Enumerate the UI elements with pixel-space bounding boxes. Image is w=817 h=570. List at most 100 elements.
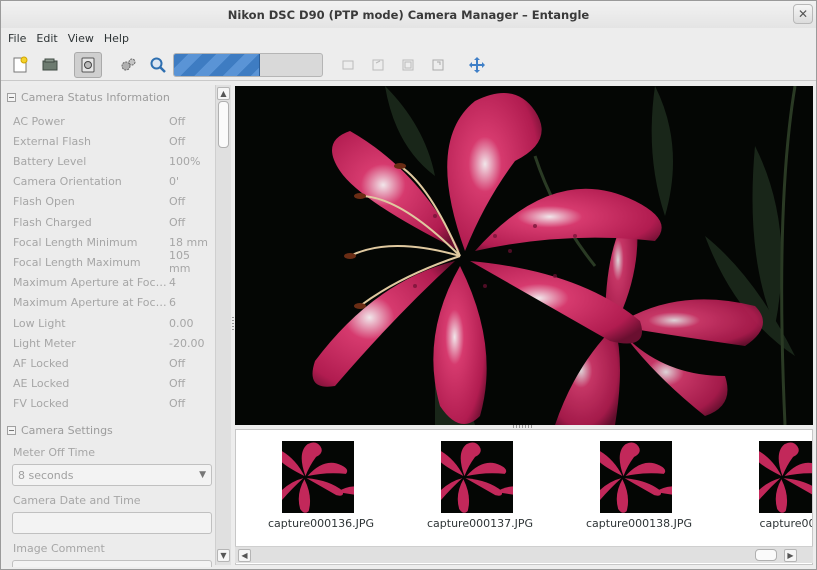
preferences-button[interactable] [114, 52, 142, 78]
zoom-fit-icon [432, 59, 444, 71]
status-section-title: Camera Status Information [21, 90, 170, 104]
status-value: Off [169, 356, 186, 370]
scroll-left-button[interactable]: ◀ [238, 549, 251, 562]
thumbnail-image[interactable] [282, 441, 354, 513]
camera-manager-window: Nikon DSC D90 (PTP mode) Camera Manager … [0, 0, 817, 570]
thumbnail-browser: capture000136.JPG capture000137.JPG captur… [235, 429, 813, 565]
progress-fill [174, 54, 260, 76]
zoom-fit-button[interactable] [424, 52, 452, 78]
status-key: AE Locked [13, 377, 70, 391]
thumbnail-image[interactable] [441, 441, 513, 513]
thumbnail-item[interactable]: capture00013 [723, 440, 812, 540]
status-row: FV Locked Off [13, 396, 213, 412]
close-window-button[interactable]: ✕ [793, 4, 813, 24]
close-icon: ✕ [797, 7, 809, 21]
chevron-down-icon: ▼ [220, 551, 227, 560]
thumbnail-image[interactable] [600, 441, 672, 513]
preferences-icon [121, 58, 136, 71]
thumbnail-filename: capture000138.JPG [586, 517, 692, 530]
view-normal-button[interactable] [334, 52, 362, 78]
zoom-icon [150, 57, 166, 73]
thumbnail-item[interactable]: capture000138.JPG [564, 440, 714, 540]
open-session-button[interactable] [36, 52, 64, 78]
menu-help[interactable]: Help [101, 32, 136, 45]
date-time-field[interactable] [12, 512, 212, 534]
status-row: AF Locked Off [13, 355, 213, 371]
camera-settings-panel: Camera Status Information AC Power Off Ext… [3, 85, 231, 567]
scroll-right-button[interactable]: ▶ [784, 549, 797, 562]
new-session-icon [13, 56, 28, 73]
fullscreen-icon [469, 57, 485, 73]
status-key: Light Meter [13, 336, 76, 350]
status-row: Flash Open Off [13, 194, 213, 210]
thumbnail-image[interactable] [759, 441, 812, 513]
scrollbar-thumb[interactable] [218, 101, 229, 148]
chevron-left-icon: ◀ [241, 551, 248, 560]
status-key: Low Light [13, 316, 66, 330]
status-value: 0.00 [169, 316, 194, 330]
status-value: Off [169, 195, 186, 209]
status-row: Battery Level 100% [13, 153, 213, 169]
chevron-up-icon: ▲ [220, 89, 227, 98]
zoom-out-button[interactable] [394, 52, 422, 78]
collapse-icon[interactable] [7, 425, 16, 435]
status-row: AE Locked Off [13, 376, 213, 392]
status-row: Focal Length Minimum 18 mm [13, 234, 213, 250]
status-value: 4 [169, 276, 176, 290]
image-preview[interactable] [235, 86, 813, 425]
menu-bar: File Edit View Help [1, 28, 816, 48]
thumbnail-item[interactable]: capture000137.JPG [405, 440, 555, 540]
open-session-icon [42, 58, 58, 71]
status-row: Camera Orientation 0' [13, 174, 213, 190]
status-row: AC Power Off [13, 113, 213, 129]
status-key: Flash Open [13, 195, 75, 209]
status-value: Off [169, 215, 186, 229]
capture-icon [81, 57, 95, 73]
toolbar [1, 49, 816, 81]
chevron-right-icon: ▶ [787, 551, 794, 560]
page-icon [342, 60, 354, 70]
scrollbar-thumb[interactable] [755, 549, 777, 561]
menu-edit[interactable]: Edit [33, 32, 64, 45]
menu-file[interactable]: File [5, 32, 33, 45]
scroll-up-button[interactable]: ▲ [217, 87, 230, 100]
zoom-in-button[interactable] [364, 52, 392, 78]
status-key: External Flash [13, 134, 91, 148]
status-key: Battery Level [13, 154, 87, 168]
status-value: 100% [169, 154, 201, 168]
new-session-button[interactable] [6, 52, 34, 78]
settings-scrollbar[interactable]: ▲ ▼ [215, 85, 231, 565]
thumbnail-filename: capture000136.JPG [268, 517, 374, 530]
thumbnail-filename: capture000137.JPG [427, 517, 533, 530]
thumbnail-scrollbar[interactable]: ◀ ▶ [235, 546, 813, 563]
meter-off-select[interactable]: 8 seconds ▼ [12, 464, 212, 486]
title-bar[interactable]: Nikon DSC D90 (PTP mode) Camera Manager … [1, 1, 816, 28]
status-section-header[interactable]: Camera Status Information [7, 89, 170, 105]
settings-section-title: Camera Settings [21, 423, 113, 437]
collapse-icon[interactable] [7, 92, 16, 102]
menu-view[interactable]: View [65, 32, 101, 45]
capture-toggle-button[interactable] [74, 52, 102, 78]
status-row: Low Light 0.00 [13, 315, 213, 331]
thumbnail-filename: capture00013 [759, 517, 812, 530]
pane-splitter-handle[interactable] [232, 317, 234, 331]
fullscreen-button[interactable] [463, 52, 491, 78]
status-value: 6 [169, 296, 176, 310]
thumbnail-item[interactable]: capture000136.JPG [246, 440, 396, 540]
status-key: FV Locked [13, 397, 69, 411]
meter-off-label: Meter Off Time [13, 446, 96, 459]
status-value: 105 mm [169, 249, 191, 276]
status-key: AC Power [13, 114, 65, 128]
settings-section-header[interactable]: Camera Settings [7, 422, 113, 438]
zoom-out-icon [402, 59, 414, 71]
scroll-down-button[interactable]: ▼ [217, 549, 230, 562]
image-comment-field[interactable] [12, 560, 212, 567]
image-splitter-handle[interactable] [513, 425, 533, 428]
status-row: Maximum Aperture at Foc… 6 [13, 295, 213, 311]
status-key: Camera Orientation [13, 175, 122, 189]
status-key: Focal Length Minimum [13, 235, 138, 249]
status-key: Flash Charged [13, 215, 92, 229]
chevron-down-icon: ▼ [199, 470, 206, 480]
zoom-button[interactable] [144, 52, 172, 78]
status-row: Light Meter -20.00 [13, 335, 213, 351]
